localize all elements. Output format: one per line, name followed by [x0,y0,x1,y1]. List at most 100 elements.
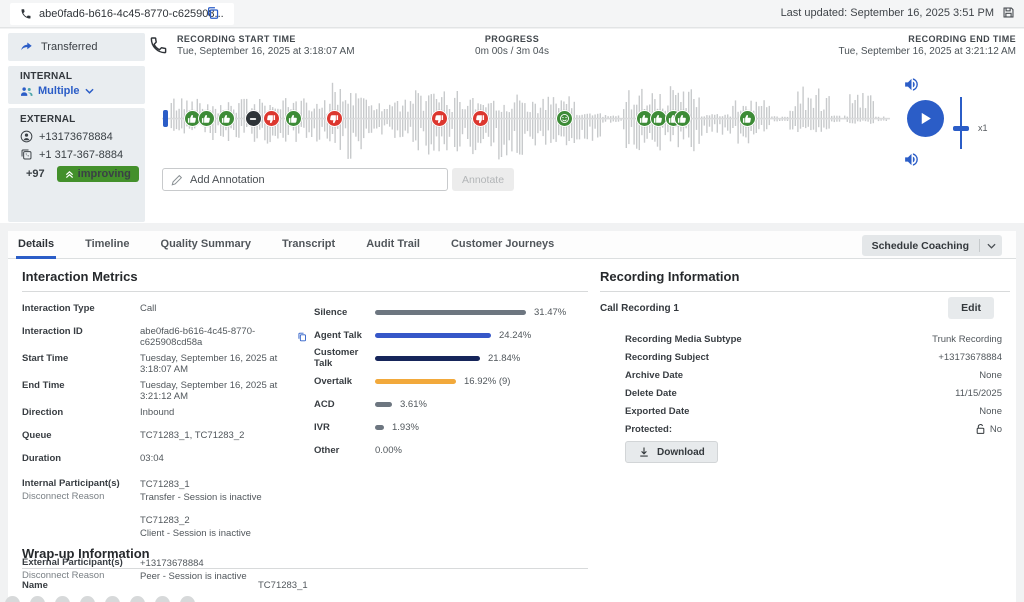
recording-row-delete-date: Delete Date11/15/2025 [625,384,1002,402]
metric-row-interaction-type: Interaction TypeCall [22,303,307,321]
waveform-marker-negative[interactable] [472,110,489,127]
wrapup-label: Name [22,580,258,591]
waveform-marker-negative[interactable] [326,110,343,127]
chart-category-label: Customer Talk [314,347,375,369]
waveform[interactable] [162,73,890,165]
chart-category-label: ACD [314,399,375,410]
chart-value-label: 3.61% [400,399,427,410]
waveform-marker-negative[interactable] [431,110,448,127]
save-icon[interactable] [1002,6,1015,24]
download-label: Download [657,447,705,458]
metric-row-interaction-id: Interaction IDabe0fad6-b616-4c45-8770-c6… [22,326,307,348]
play-button[interactable] [907,100,944,137]
chart-bar [375,379,456,384]
metric-value: Tuesday, September 16, 2025 at 3:18:07 A… [140,353,307,375]
phone-copy-icon [20,148,33,161]
sentiment-trend-badge[interactable]: improving [57,166,139,182]
recording-end-label: RECORDING END TIME [838,34,1016,44]
recording-info-list: Recording Media SubtypeTrunk RecordingRe… [625,330,1002,438]
tab-timeline[interactable]: Timeline [83,231,131,259]
playhead[interactable] [163,110,168,127]
chart-bar [375,425,384,430]
waveform-marker-negative[interactable] [263,110,280,127]
people-icon [20,86,33,97]
waveform-marker-positive[interactable] [218,110,235,127]
play-icon [918,111,933,126]
copy-id-icon[interactable] [206,6,220,25]
internal-label: INTERNAL [20,71,133,82]
chart-row-customer-talk: Customer Talk21.84% [314,349,594,367]
recording-label: Recording Subject [625,352,709,363]
chart-value-label: 31.47% [534,307,566,318]
chart-value-label: 1.93% [392,422,419,433]
edit-button[interactable]: Edit [948,297,994,319]
wrapup-row-name: NameTC71283_1 [22,580,592,598]
chart-category-label: Agent Talk [314,330,375,341]
panel-divider [0,223,1024,231]
speed-slider-rail[interactable] [960,97,962,149]
waveform-marker-neutral[interactable] [245,110,262,127]
chart-value-label: 16.92% (9) [464,376,510,387]
annotation-input[interactable] [190,174,439,186]
external-phone-2: +1 317-367-8884 [39,149,123,161]
download-button[interactable]: Download [625,441,718,463]
chart-category-label: IVR [314,422,375,433]
chart-row-overtalk: Overtalk16.92% (9) [314,372,594,390]
speed-slider-knob[interactable] [953,126,969,131]
metric-value: Inbound [140,407,174,418]
waveform-marker-positive[interactable] [650,110,667,127]
interaction-detail-screen: abe0fad6-b616-4c45-8770-c625908... Last … [0,0,1024,602]
call-recording-name: Call Recording 1 [600,303,679,314]
recording-value: None [979,406,1002,417]
interaction-id-box[interactable]: abe0fad6-b616-4c45-8770-c625908... [10,3,234,25]
internal-multiple-dropdown[interactable]: Multiple [20,85,133,97]
recording-end-time: RECORDING END TIME Tue, September 16, 20… [838,34,1016,57]
participant-label: Internal Participant(s)Disconnect Reason [22,478,140,502]
chart-category-label: Other [314,445,375,456]
metric-row-queue: QueueTC71283_1, TC71283_2 [22,430,307,448]
chart-row-silence: Silence31.47% [314,303,594,321]
participant-values: TC71283_1Transfer - Session is inactiveT… [140,478,262,550]
participant-entry: TC71283_1Transfer - Session is inactive [140,478,262,504]
volume-down-icon[interactable] [903,151,920,173]
waveform-marker-sentiment[interactable] [556,110,573,127]
recording-value: 11/15/2025 [955,388,1002,399]
metric-value: Call [140,303,156,314]
tab-quality-summary[interactable]: Quality Summary [159,231,253,259]
metric-value: abe0fad6-b616-4c45-8770-c625908cd58a [140,326,307,348]
external-label: EXTERNAL [20,114,133,125]
schedule-coaching-button[interactable]: Schedule Coaching [862,235,1002,256]
waveform-marker-positive[interactable] [198,110,215,127]
annotate-button[interactable]: Annotate [452,168,514,191]
pencil-icon [171,174,183,186]
chart-bar [375,402,392,407]
tab-audit-trail[interactable]: Audit Trail [364,231,422,259]
recording-player: Transferred INTERNAL Multiple EXTERNAL +… [0,29,1024,223]
volume-up-icon[interactable] [903,76,920,98]
recording-row-protected: Protected:No [625,420,1002,438]
chevron-down-icon [85,88,94,94]
phone-icon [20,8,32,20]
tab-bar: Details Timeline Quality Summary Transcript… [8,231,1016,259]
recording-label: Archive Date [625,370,683,381]
chevron-down-icon[interactable] [980,235,1002,256]
external-participants-box: EXTERNAL +13173678884 +1 317-367-8884 +9… [8,108,145,222]
chart-row-agent-talk: Agent Talk 24.24% [314,326,594,344]
copy-icon[interactable] [297,331,307,343]
waveform-marker-positive[interactable] [674,110,691,127]
waveform-marker-positive[interactable] [285,110,302,127]
chart-row-other: Other0.00% [314,441,594,459]
recording-value: +13173678884 [938,352,1002,363]
recording-label: Exported Date [625,406,689,417]
chart-row-acd: ACD 3.61% [314,395,594,413]
recording-label: Recording Media Subtype [625,334,742,345]
waveform-marker-positive[interactable] [739,110,756,127]
details-card: Details Timeline Quality Summary Transcript… [8,231,1016,602]
recording-value: No [975,423,1002,435]
metric-label: Direction [22,407,140,418]
tab-details[interactable]: Details [16,231,56,259]
speed-label: x1 [978,123,988,133]
tab-customer-journeys[interactable]: Customer Journeys [449,231,556,259]
tab-transcript[interactable]: Transcript [280,231,337,259]
chart-value-label: 24.24% [499,330,531,341]
